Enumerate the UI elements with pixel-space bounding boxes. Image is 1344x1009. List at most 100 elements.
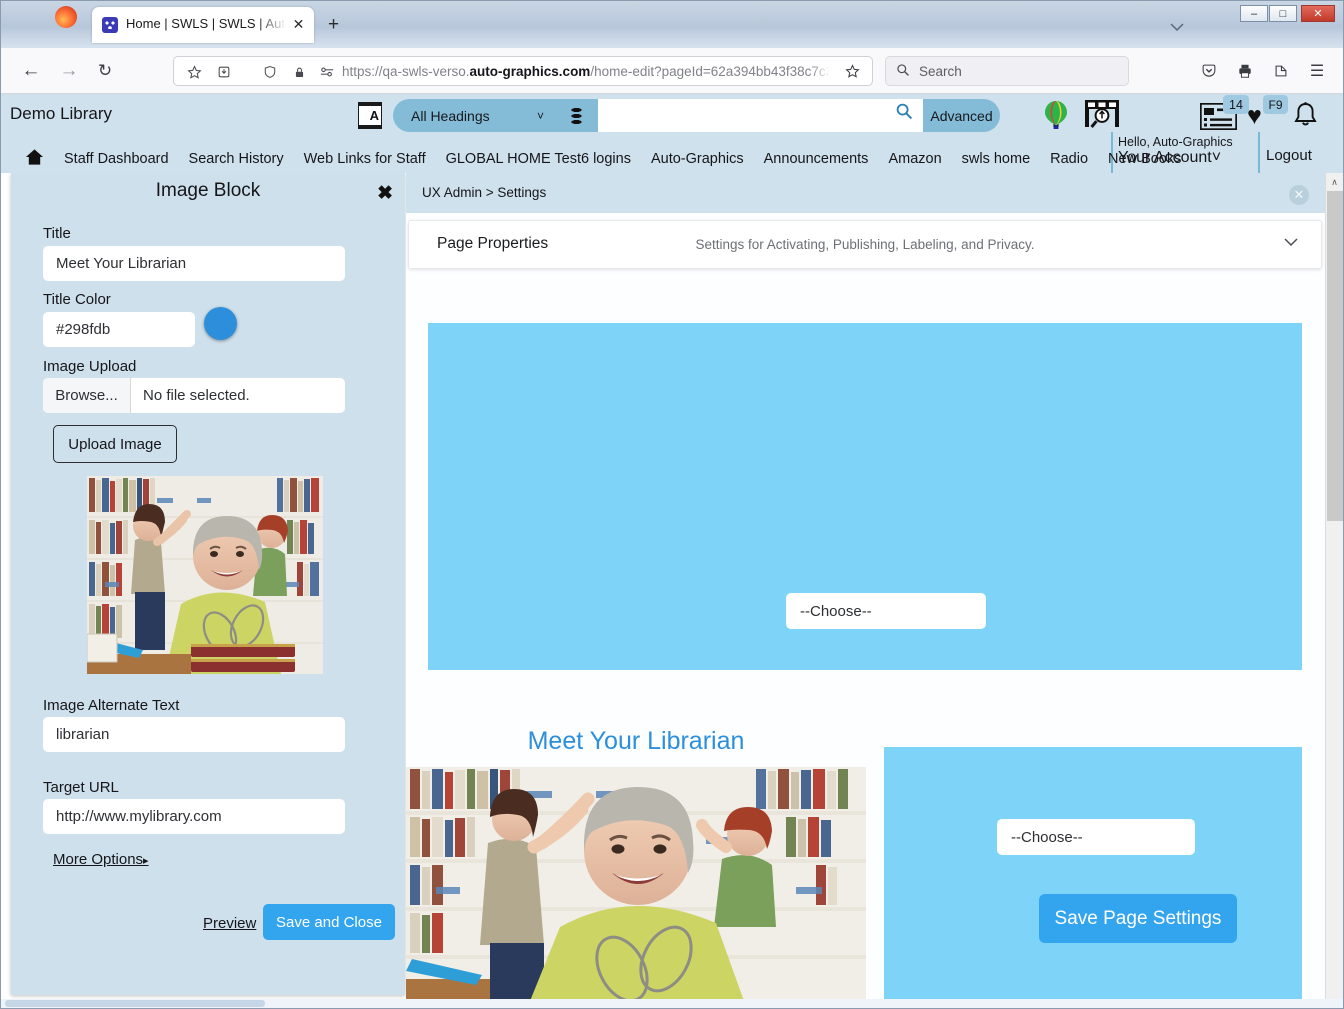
- pocket-icon[interactable]: [1197, 59, 1221, 83]
- caret-right-icon: ▸: [143, 855, 149, 867]
- window-maximize-button[interactable]: □: [1269, 5, 1297, 22]
- title-label: Title: [43, 225, 71, 242]
- browser-tab[interactable]: Home | SWLS | SWLS | Auto-Gra ✕: [92, 7, 314, 43]
- search-scope-label: All Headings: [411, 107, 490, 124]
- browse-button[interactable]: Browse...: [43, 378, 131, 413]
- image-block-editor-panel: Image Block ✖ Title Meet Your Librarian …: [11, 173, 405, 995]
- horizontal-scrollbar[interactable]: [1, 999, 1343, 1008]
- chevron-down-icon: ˅: [536, 108, 544, 123]
- nav-link-global-home-test6-logins[interactable]: GLOBAL HOME Test6 logins: [446, 151, 631, 167]
- site-permissions-icon[interactable]: [318, 63, 336, 81]
- preview-link[interactable]: Preview: [203, 915, 256, 932]
- nav-link-staff-dashboard[interactable]: Staff Dashboard: [64, 151, 169, 167]
- save-page-settings-button[interactable]: Save Page Settings: [1039, 894, 1237, 943]
- selected-file-label: No file selected.: [143, 387, 250, 404]
- back-icon[interactable]: ←: [19, 59, 43, 83]
- nav-link-new-books[interactable]: New Books: [1108, 151, 1181, 167]
- image-preview-thumbnail: [87, 476, 323, 674]
- browser-titlebar: Home | SWLS | SWLS | Auto-Gra ✕ + – □ ✕: [1, 1, 1343, 48]
- top-content-block: --Choose--: [428, 323, 1302, 670]
- print-icon[interactable]: [1233, 59, 1257, 83]
- close-icon[interactable]: ✕: [1289, 185, 1309, 205]
- scrollbar-thumb[interactable]: [1327, 191, 1343, 521]
- url-prefix: https://qa-swls-verso.: [342, 64, 470, 79]
- choose-dropdown-bottom[interactable]: --Choose--: [997, 819, 1195, 855]
- bell-icon[interactable]: [1292, 101, 1319, 133]
- more-options-label: More Options: [53, 851, 144, 868]
- scanner-search-icon[interactable]: [1084, 98, 1120, 132]
- bookmark-star-icon[interactable]: [185, 63, 203, 81]
- library-name: Demo Library: [10, 104, 113, 123]
- more-options-toggle[interactable]: More Options▸: [53, 851, 149, 868]
- block-heading: Meet Your Librarian: [527, 727, 745, 755]
- scrollbar-thumb[interactable]: [5, 1000, 265, 1007]
- extensions-icon[interactable]: [1269, 59, 1293, 83]
- breadcrumb: UX Admin > Settings: [422, 185, 547, 200]
- librarian-photo: [406, 767, 866, 1001]
- chevron-down-icon[interactable]: [1283, 234, 1299, 251]
- alt-text-input[interactable]: librarian: [43, 717, 345, 752]
- browser-window: Home | SWLS | SWLS | Auto-Gra ✕ + – □ ✕ …: [0, 0, 1344, 1009]
- target-url-input[interactable]: http://www.mylibrary.com: [43, 799, 345, 834]
- primary-navigation: Staff Dashboard Search History Web Links…: [1, 145, 1343, 173]
- forward-icon[interactable]: →: [57, 59, 81, 83]
- chevron-down-icon[interactable]: [1169, 19, 1185, 32]
- scroll-up-arrow-icon[interactable]: ∧: [1326, 173, 1343, 191]
- nav-link-announcements[interactable]: Announcements: [764, 151, 869, 167]
- nav-link-radio[interactable]: Radio: [1050, 151, 1088, 167]
- choose-dropdown-top[interactable]: --Choose--: [786, 593, 986, 629]
- url-suffix: /home-edit?pageId=62a394bb43f38c7c3: [590, 64, 830, 79]
- favorites-count-badge: F9: [1263, 95, 1288, 114]
- browser-navbar: ← → ↻ https://qa-swls-verso.auto-graphic…: [1, 48, 1343, 94]
- nav-link-swls-home[interactable]: swls home: [962, 151, 1031, 167]
- window-close-button[interactable]: ✕: [1301, 5, 1335, 22]
- browser-search-bar[interactable]: Search: [885, 56, 1129, 86]
- home-icon[interactable]: [25, 148, 44, 171]
- search-icon[interactable]: [895, 102, 913, 125]
- language-icon[interactable]: A: [358, 102, 382, 129]
- hamburger-menu-icon[interactable]: ☰: [1305, 59, 1329, 83]
- save-to-pocket-icon[interactable]: [215, 63, 233, 81]
- tab-close-icon[interactable]: ✕: [290, 16, 307, 33]
- title-input[interactable]: Meet Your Librarian: [43, 246, 345, 281]
- nav-link-search-history[interactable]: Search History: [189, 151, 284, 167]
- vertical-scrollbar[interactable]: ∧: [1325, 173, 1343, 1001]
- file-input[interactable]: Browse... No file selected.: [43, 378, 345, 413]
- title-color-label: Title Color: [43, 291, 111, 308]
- balloon-icon[interactable]: [1042, 100, 1070, 134]
- alt-text-label: Image Alternate Text: [43, 697, 180, 714]
- color-swatch[interactable]: [204, 307, 237, 340]
- nav-link-auto-graphics[interactable]: Auto-Graphics: [651, 151, 744, 167]
- search-input[interactable]: [598, 99, 925, 132]
- bottom-content-block: --Choose-- Save Page Settings: [884, 747, 1302, 1001]
- browser-search-placeholder: Search: [919, 64, 962, 79]
- page-properties-accordion[interactable]: Page Properties Settings for Activating,…: [408, 220, 1322, 269]
- new-tab-button[interactable]: +: [328, 15, 339, 34]
- advanced-search-button[interactable]: Advanced: [923, 99, 1000, 132]
- shield-icon[interactable]: [261, 63, 279, 81]
- search-icon: [896, 63, 910, 80]
- page-properties-subtitle: Settings for Activating, Publishing, Lab…: [695, 237, 1035, 252]
- target-url-label: Target URL: [43, 779, 119, 796]
- url-domain: auto-graphics.com: [469, 64, 591, 79]
- content-column: UX Admin > Settings ✕ Page Properties Se…: [406, 173, 1327, 1001]
- image-upload-label: Image Upload: [43, 358, 137, 375]
- database-icon[interactable]: [569, 107, 584, 124]
- close-icon[interactable]: ✖: [377, 182, 393, 205]
- nav-link-amazon[interactable]: Amazon: [888, 151, 941, 167]
- page-body: Image Block ✖ Title Meet Your Librarian …: [1, 173, 1343, 1001]
- tab-favicon-icon: [102, 17, 118, 33]
- save-and-close-button[interactable]: Save and Close: [263, 904, 395, 940]
- list-count-badge: 14: [1223, 95, 1249, 114]
- lock-icon[interactable]: [290, 63, 308, 81]
- upload-image-button[interactable]: Upload Image: [53, 425, 177, 463]
- url-text: https://qa-swls-verso.auto-graphics.com/…: [342, 63, 830, 81]
- search-scope-dropdown[interactable]: All Headings ˅: [393, 99, 598, 132]
- nav-link-web-links-for-staff[interactable]: Web Links for Staff: [304, 151, 426, 167]
- bookmark-page-icon[interactable]: [845, 64, 860, 82]
- title-color-input[interactable]: #298fdb: [43, 312, 195, 347]
- window-minimize-button[interactable]: –: [1240, 5, 1268, 22]
- url-bar[interactable]: https://qa-swls-verso.auto-graphics.com/…: [173, 56, 873, 86]
- firefox-logo-icon: [55, 6, 77, 28]
- reload-icon[interactable]: ↻: [93, 59, 117, 83]
